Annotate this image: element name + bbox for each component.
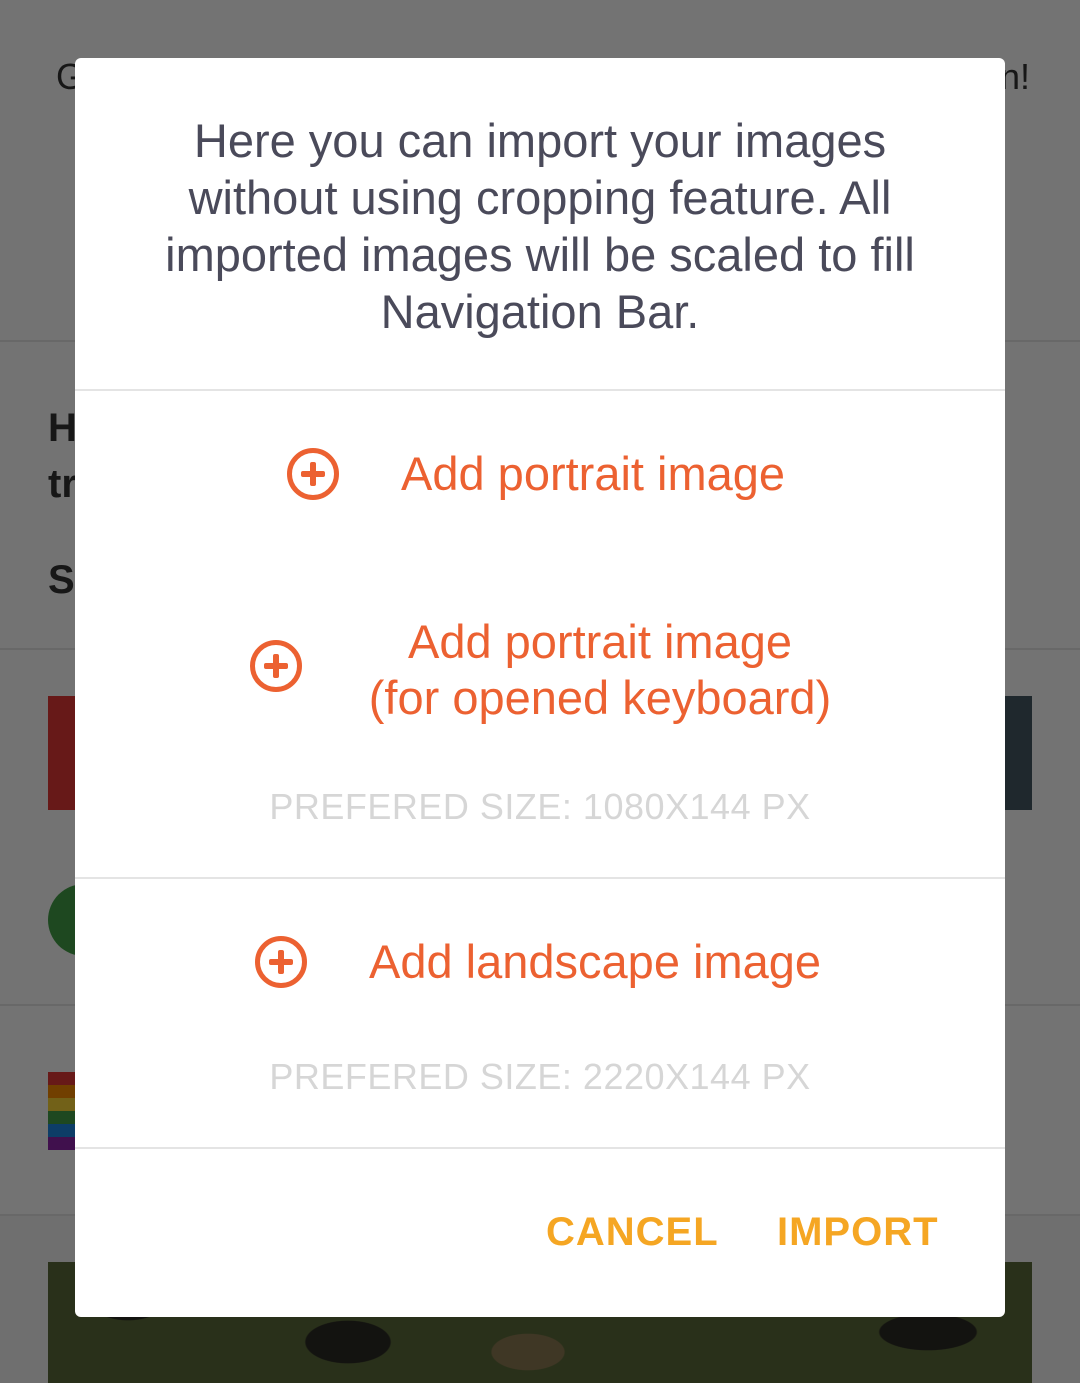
plus-circle-icon	[287, 448, 339, 500]
plus-circle-icon	[250, 640, 302, 692]
dialog-message: Here you can import your images without …	[165, 114, 915, 338]
portrait-size-hint: PREFERED SIZE: 1080X144 PX	[269, 786, 811, 827]
divider	[75, 389, 1005, 391]
add-landscape-image-label: Add landscape image	[369, 935, 822, 988]
add-portrait-image-row[interactable]: Add portrait image	[75, 422, 1005, 532]
landscape-size-hint: PREFERED SIZE: 2220X144 PX	[269, 1056, 811, 1097]
add-landscape-image-row[interactable]: Add landscape image	[75, 910, 1005, 1020]
add-portrait-keyboard-label-line1: Add portrait image	[407, 615, 793, 668]
add-portrait-keyboard-image-row[interactable]: Add portrait image (for opened keyboard)	[75, 608, 1005, 738]
plus-circle-icon	[255, 936, 307, 988]
import-images-dialog: Here you can import your images without …	[75, 58, 1005, 1317]
cancel-button[interactable]: CANCEL	[546, 1210, 719, 1255]
import-button[interactable]: IMPORT	[777, 1210, 939, 1255]
add-portrait-keyboard-label: Add portrait image (for opened keyboard)	[355, 614, 845, 726]
add-portrait-image-label: Add portrait image	[401, 447, 786, 500]
divider	[75, 1147, 1005, 1149]
divider	[75, 877, 1005, 879]
add-portrait-keyboard-label-line2: (for opened keyboard)	[368, 671, 832, 724]
